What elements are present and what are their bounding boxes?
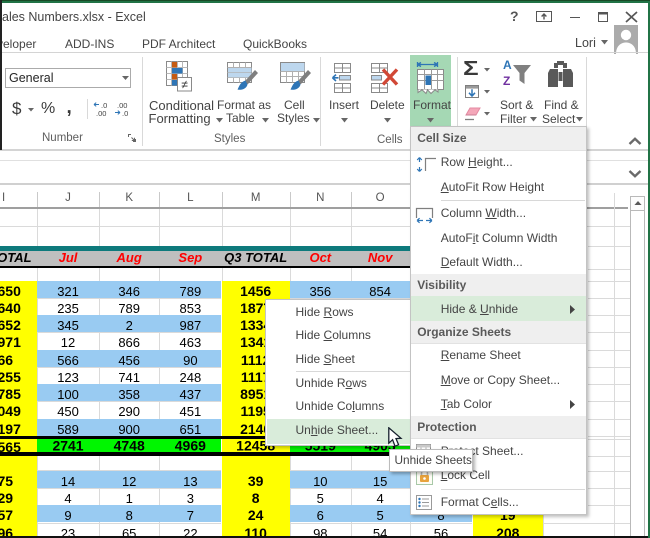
svg-text:.0: .0 — [122, 109, 128, 117]
svg-text:≠: ≠ — [181, 78, 188, 92]
svg-text:.00: .00 — [96, 109, 106, 117]
